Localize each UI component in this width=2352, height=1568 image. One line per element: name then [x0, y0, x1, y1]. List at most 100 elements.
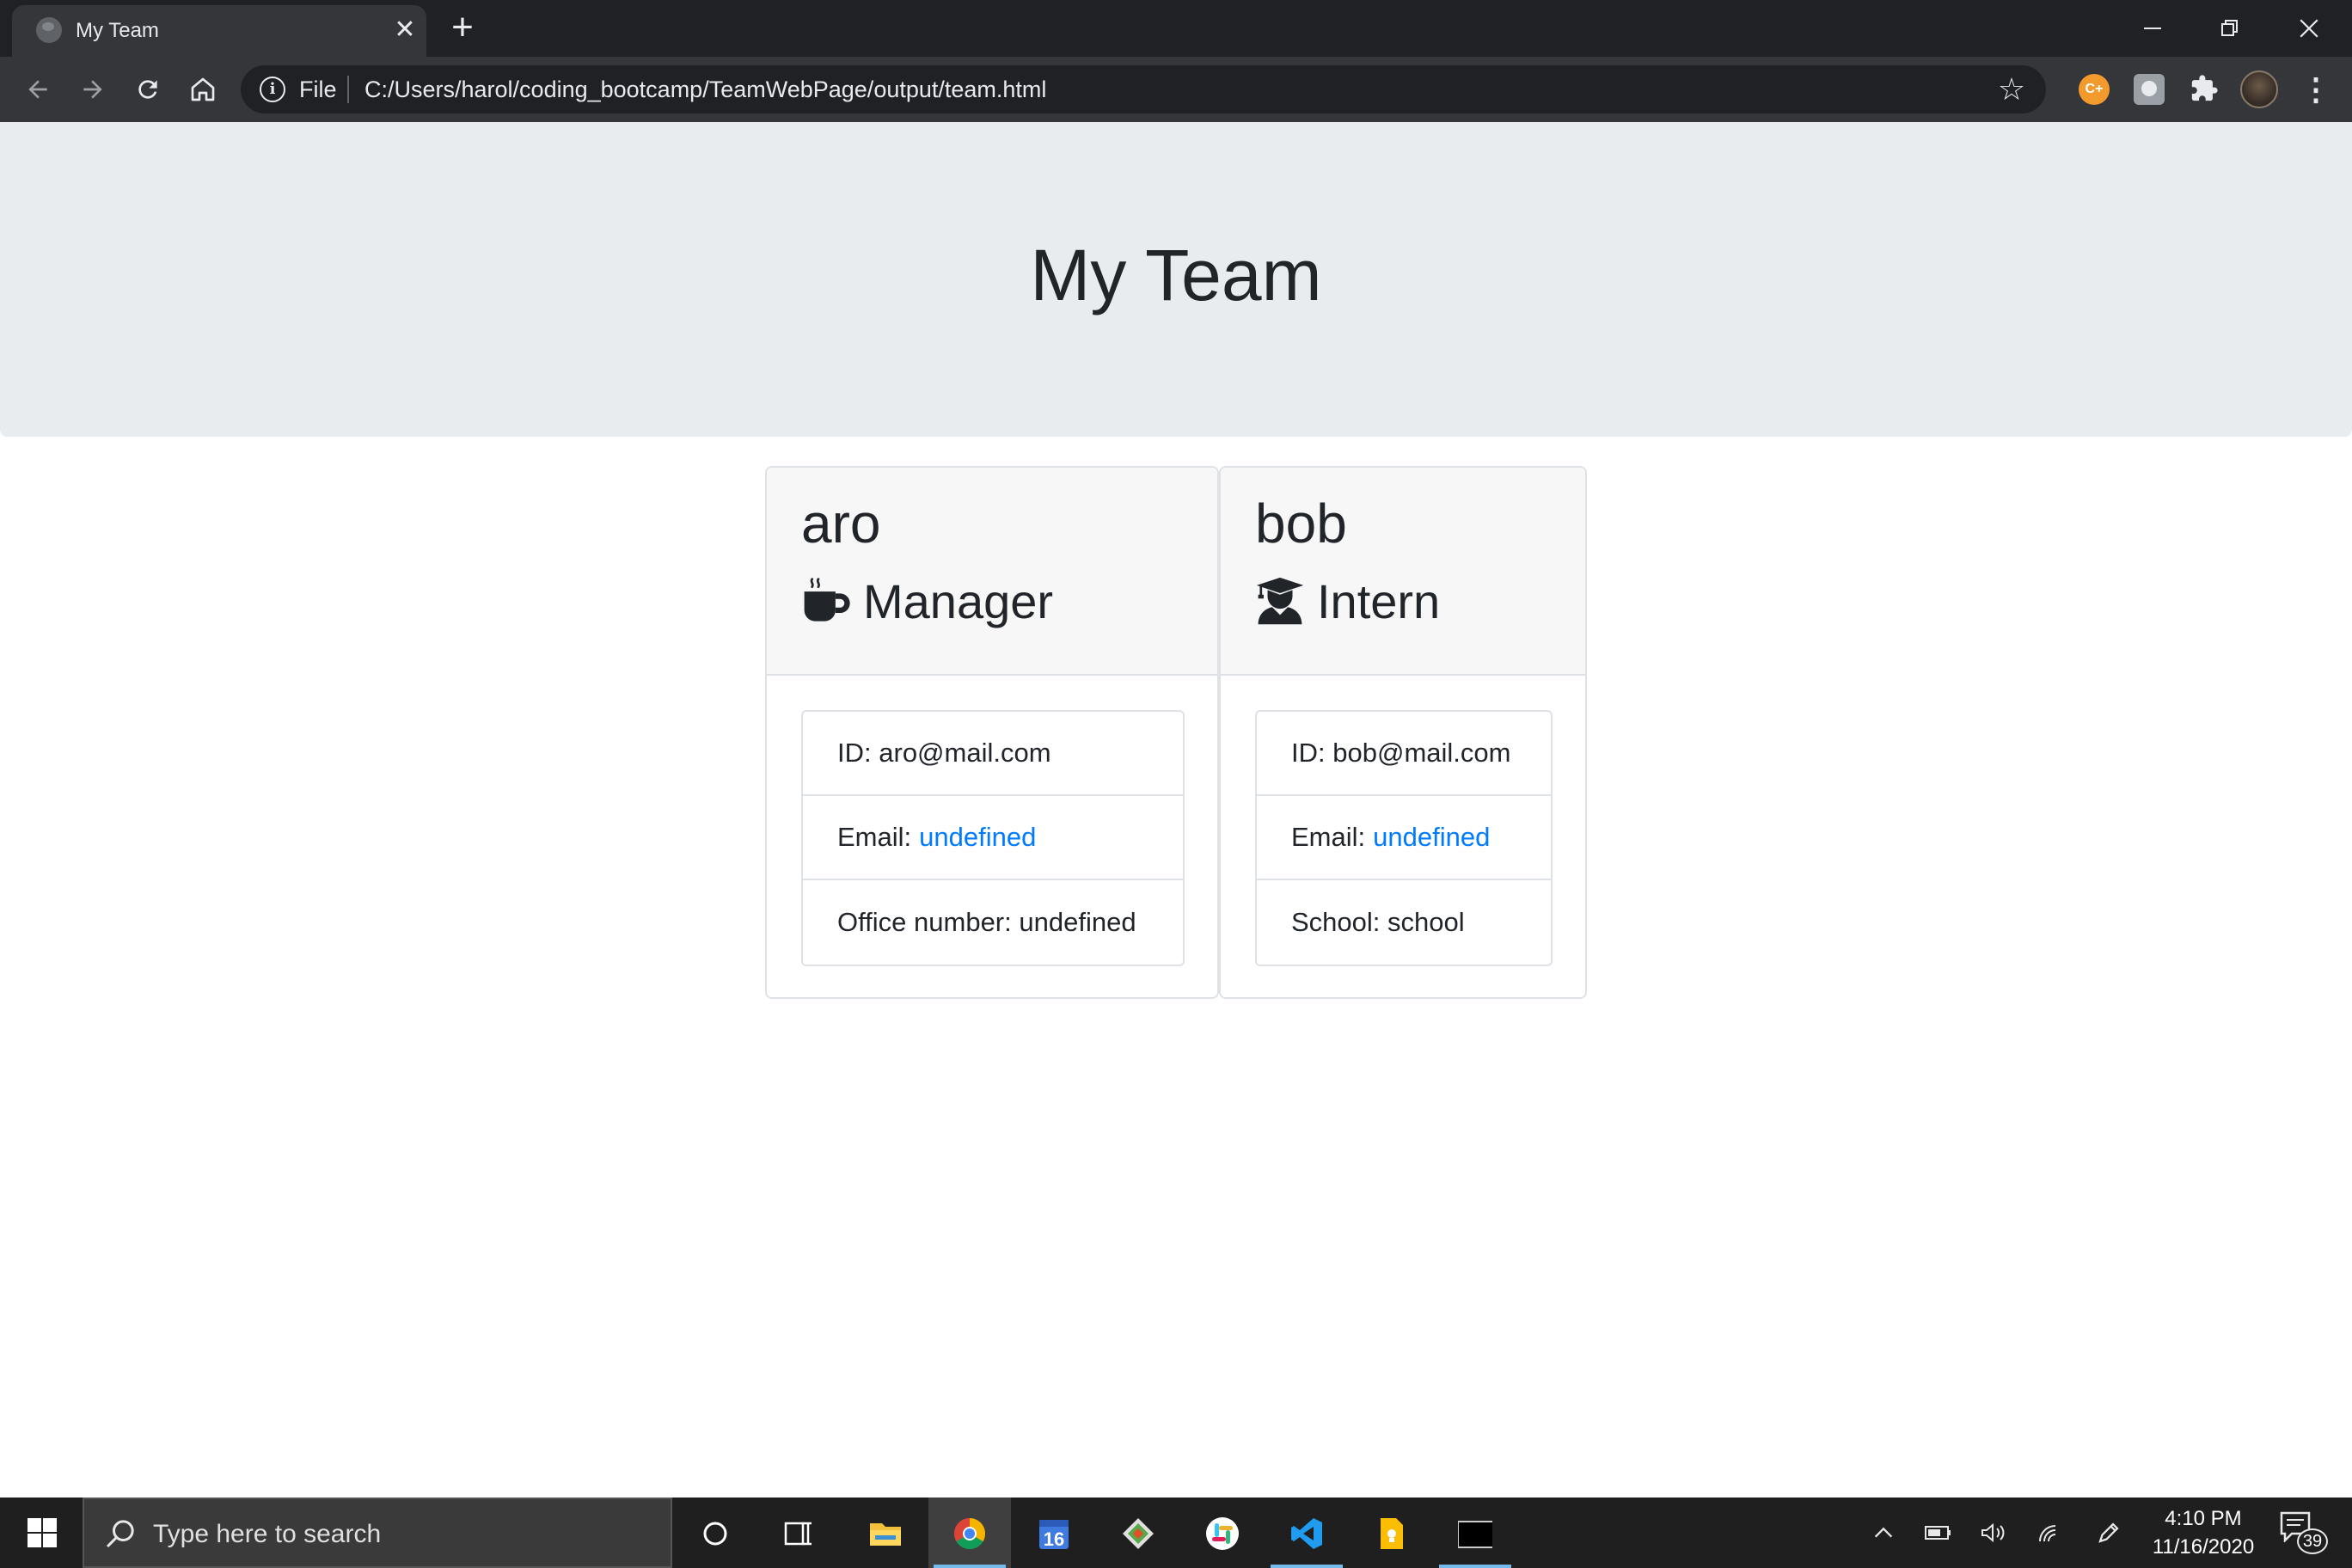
employee-details: ID: aro@mail.com Email: undefined Office … — [801, 710, 1185, 966]
info-icon[interactable]: i — [260, 77, 285, 102]
home-icon — [191, 77, 215, 101]
slack-icon — [1206, 1517, 1239, 1550]
chrome-icon — [953, 1518, 986, 1550]
url-text[interactable]: C:/Users/harol/coding_bootcamp/TeamWebPa… — [364, 77, 1046, 103]
email-link[interactable]: undefined — [919, 822, 1036, 853]
reload-button[interactable] — [127, 69, 168, 110]
windows-logo-icon-part — [43, 1518, 57, 1532]
reload-icon — [138, 80, 157, 99]
cortana-icon — [703, 1522, 727, 1546]
active-indicator — [1439, 1565, 1511, 1568]
employee-role: Manager — [801, 571, 1053, 631]
vscode-icon — [1291, 1518, 1322, 1549]
puzzle-icon[interactable] — [2189, 74, 2220, 105]
minimize-icon — [2144, 28, 2161, 29]
windows-logo-icon — [28, 1518, 41, 1532]
slack-button[interactable] — [1181, 1498, 1264, 1568]
file-explorer-button[interactable] — [844, 1498, 927, 1568]
employee-name: aro — [801, 493, 881, 554]
volume-icon — [1981, 1522, 2005, 1543]
browser-tab-bar: My Team ✕ + — [0, 0, 2352, 57]
minimize-button[interactable] — [2118, 5, 2187, 52]
pen-workspace-button[interactable] — [2089, 1498, 2128, 1568]
email-label: Email: — [837, 822, 912, 852]
role-label: Manager — [863, 573, 1054, 628]
start-button[interactable] — [0, 1498, 83, 1568]
terminal-icon — [1458, 1521, 1492, 1548]
action-center-button[interactable]: 39 — [2280, 1511, 2328, 1554]
git-client-button[interactable] — [1097, 1498, 1179, 1568]
battery-button[interactable] — [1917, 1498, 1960, 1568]
back-button[interactable] — [17, 69, 58, 110]
back-arrow-icon — [28, 80, 47, 99]
card-header: bob Intern — [1221, 468, 1585, 676]
show-hidden-icons-button[interactable] — [1864, 1498, 1903, 1568]
browser-toolbar: i File C:/Users/harol/coding_bootcamp/Te… — [0, 57, 2352, 122]
file-scheme-label: File — [299, 77, 337, 102]
taskbar: Type here to search 16 4:10 PM 11/16/202… — [0, 1498, 2352, 1568]
restore-icon — [2221, 20, 2238, 36]
extension-icon-2[interactable] — [2134, 74, 2165, 105]
calendar-day: 16 — [1043, 1528, 1065, 1550]
forward-button[interactable] — [72, 69, 113, 110]
browser-tab[interactable]: My Team ✕ — [12, 5, 426, 57]
clock-time: 4:10 PM — [2165, 1507, 2242, 1530]
school-row: School: school — [1257, 880, 1551, 965]
volume-button[interactable] — [1972, 1498, 2015, 1568]
office-number-row: Office number: undefined — [803, 880, 1183, 965]
search-placeholder: Type here to search — [153, 1520, 382, 1548]
page-header: My Team — [0, 122, 2352, 437]
id-row: ID: bob@mail.com — [1257, 712, 1551, 796]
system-clock[interactable]: 4:10 PM 11/16/2020 — [2130, 1504, 2276, 1561]
profile-avatar[interactable] — [2240, 70, 2278, 108]
menu-icon[interactable]: ⋮ — [2300, 70, 2331, 108]
windows-logo-icon-part — [43, 1534, 57, 1547]
close-window-button[interactable] — [2275, 5, 2343, 52]
home-button[interactable] — [182, 69, 224, 110]
employee-role: Intern — [1255, 571, 1440, 631]
role-label: Intern — [1317, 573, 1441, 628]
globe-icon — [36, 17, 62, 43]
id-label: ID: — [1291, 738, 1326, 768]
clock-date: 11/16/2020 — [2152, 1535, 2255, 1559]
calendar-button[interactable]: 16 — [1013, 1498, 1095, 1568]
taskbar-search[interactable]: Type here to search — [83, 1498, 672, 1568]
extension-icon[interactable]: C+ — [2079, 74, 2110, 105]
page-viewport: My Team aro Manager ID: aro@mail.com Ema… — [0, 122, 2352, 1498]
address-separator — [347, 76, 349, 103]
star-icon[interactable]: ☆ — [1994, 72, 2029, 107]
email-link[interactable]: undefined — [1373, 822, 1490, 853]
notification-count-badge: 39 — [2297, 1528, 2328, 1554]
tab-title: My Team — [76, 19, 159, 42]
new-tab-button[interactable]: + — [444, 9, 481, 48]
employee-name: bob — [1255, 493, 1347, 554]
windows-logo-icon-part — [28, 1534, 41, 1547]
tab-close-button[interactable]: ✕ — [390, 15, 420, 45]
git-diamond-icon — [1123, 1518, 1154, 1549]
battery-icon — [1925, 1526, 1951, 1540]
mug-icon — [804, 578, 850, 622]
office-number-label: Office number: — [837, 907, 1012, 937]
address-bar[interactable]: i File C:/Users/harol/coding_bootcamp/Te… — [241, 65, 2046, 113]
terminal-button[interactable] — [1434, 1498, 1516, 1568]
id-row: ID: aro@mail.com — [803, 712, 1183, 796]
office-number-value: undefined — [1019, 907, 1136, 937]
close-icon — [2300, 19, 2318, 38]
id-label: ID: — [837, 738, 872, 768]
forward-arrow-icon — [83, 80, 102, 99]
task-view-button[interactable] — [756, 1498, 839, 1568]
card-header: aro Manager — [767, 468, 1217, 676]
active-indicator — [934, 1565, 1006, 1568]
employee-card-intern: bob Intern ID: bob@mail.com Email: undefi… — [1219, 466, 1587, 999]
vscode-button[interactable] — [1265, 1498, 1348, 1568]
keep-button[interactable] — [1350, 1498, 1432, 1568]
employee-details: ID: bob@mail.com Email: undefined School:… — [1255, 710, 1553, 966]
chrome-taskbar-button[interactable] — [928, 1498, 1011, 1568]
pen-icon — [2098, 1522, 2119, 1543]
network-button[interactable] — [2029, 1498, 2072, 1568]
email-row: Email: undefined — [1257, 796, 1551, 880]
email-row: Email: undefined — [803, 796, 1183, 880]
id-value: aro@mail.com — [879, 738, 1051, 768]
restore-button[interactable] — [2196, 5, 2264, 52]
cortana-button[interactable] — [674, 1498, 756, 1568]
